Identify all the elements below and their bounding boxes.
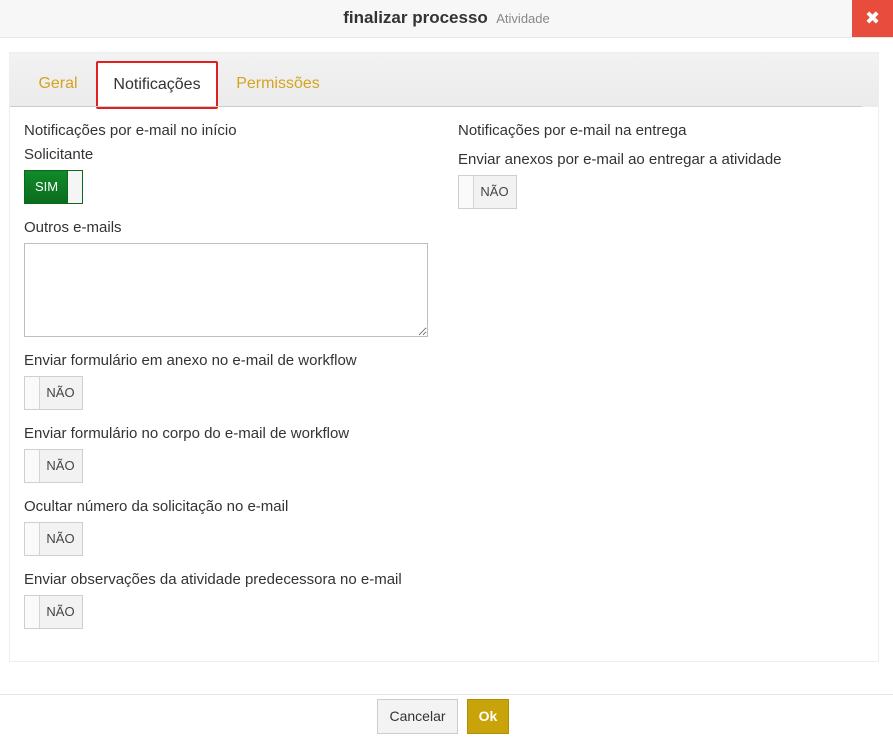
hide-number-label: Ocultar número da solicitação no e-mail <box>24 498 289 515</box>
dialog-title: finalizar processo Atividade <box>0 8 893 29</box>
ok-button[interactable]: Ok <box>467 699 509 734</box>
predecessor-notes-label: Enviar observações da atividade predeces… <box>24 571 402 588</box>
requester-label: Solicitante <box>24 146 94 163</box>
hide-number-toggle-text: NÃO <box>46 531 75 546</box>
predecessor-notes-toggle-text: NÃO <box>46 604 75 619</box>
attach-form-toggle[interactable]: NÃO <box>24 376 83 410</box>
dialog-title-subtitle: Atividade <box>496 11 550 26</box>
send-attachments-label: Enviar anexos por e-mail ao entregar a a… <box>458 151 782 168</box>
toggle-knob <box>67 171 82 203</box>
close-icon: ✖ <box>864 8 881 28</box>
requester-toggle[interactable]: SIM <box>24 170 83 204</box>
toggle-knob <box>25 450 40 482</box>
body-form-label: Enviar formulário no corpo do e-mail de … <box>24 425 350 442</box>
toggle-knob <box>25 596 40 628</box>
other-emails-label: Outros e-mails <box>24 219 122 236</box>
dialog-title-main: finalizar processo <box>343 8 488 27</box>
start-notifications-heading: Notificações por e-mail no início <box>24 122 237 139</box>
body-form-toggle-text: NÃO <box>46 458 75 473</box>
attach-form-toggle-text: NÃO <box>46 385 75 400</box>
toggle-knob <box>459 176 474 208</box>
tab-divider <box>10 106 862 107</box>
tab-geral[interactable]: Geral <box>28 63 88 107</box>
attach-form-label: Enviar formulário em anexo no e-mail de … <box>24 352 357 369</box>
delivery-notifications-heading: Notificações por e-mail na entrega <box>458 122 687 139</box>
cancel-button[interactable]: Cancelar <box>377 699 458 734</box>
dialog-header: finalizar processo Atividade ✖ <box>0 0 893 38</box>
predecessor-notes-toggle[interactable]: NÃO <box>24 595 83 629</box>
body-form-toggle[interactable]: NÃO <box>24 449 83 483</box>
hide-number-toggle[interactable]: NÃO <box>24 522 83 556</box>
tab-permissoes[interactable]: Permissões <box>228 63 328 107</box>
toggle-knob <box>25 523 40 555</box>
requester-toggle-text: SIM <box>34 179 59 194</box>
tab-notificacoes[interactable]: Notificações <box>96 61 218 109</box>
send-attachments-toggle[interactable]: NÃO <box>458 175 517 209</box>
toggle-knob <box>25 377 40 409</box>
send-attachments-toggle-text: NÃO <box>480 184 509 199</box>
close-button[interactable]: ✖ <box>852 0 893 37</box>
other-emails-input[interactable] <box>24 243 428 337</box>
tab-bar: Geral Notificações Permissões <box>10 53 878 109</box>
